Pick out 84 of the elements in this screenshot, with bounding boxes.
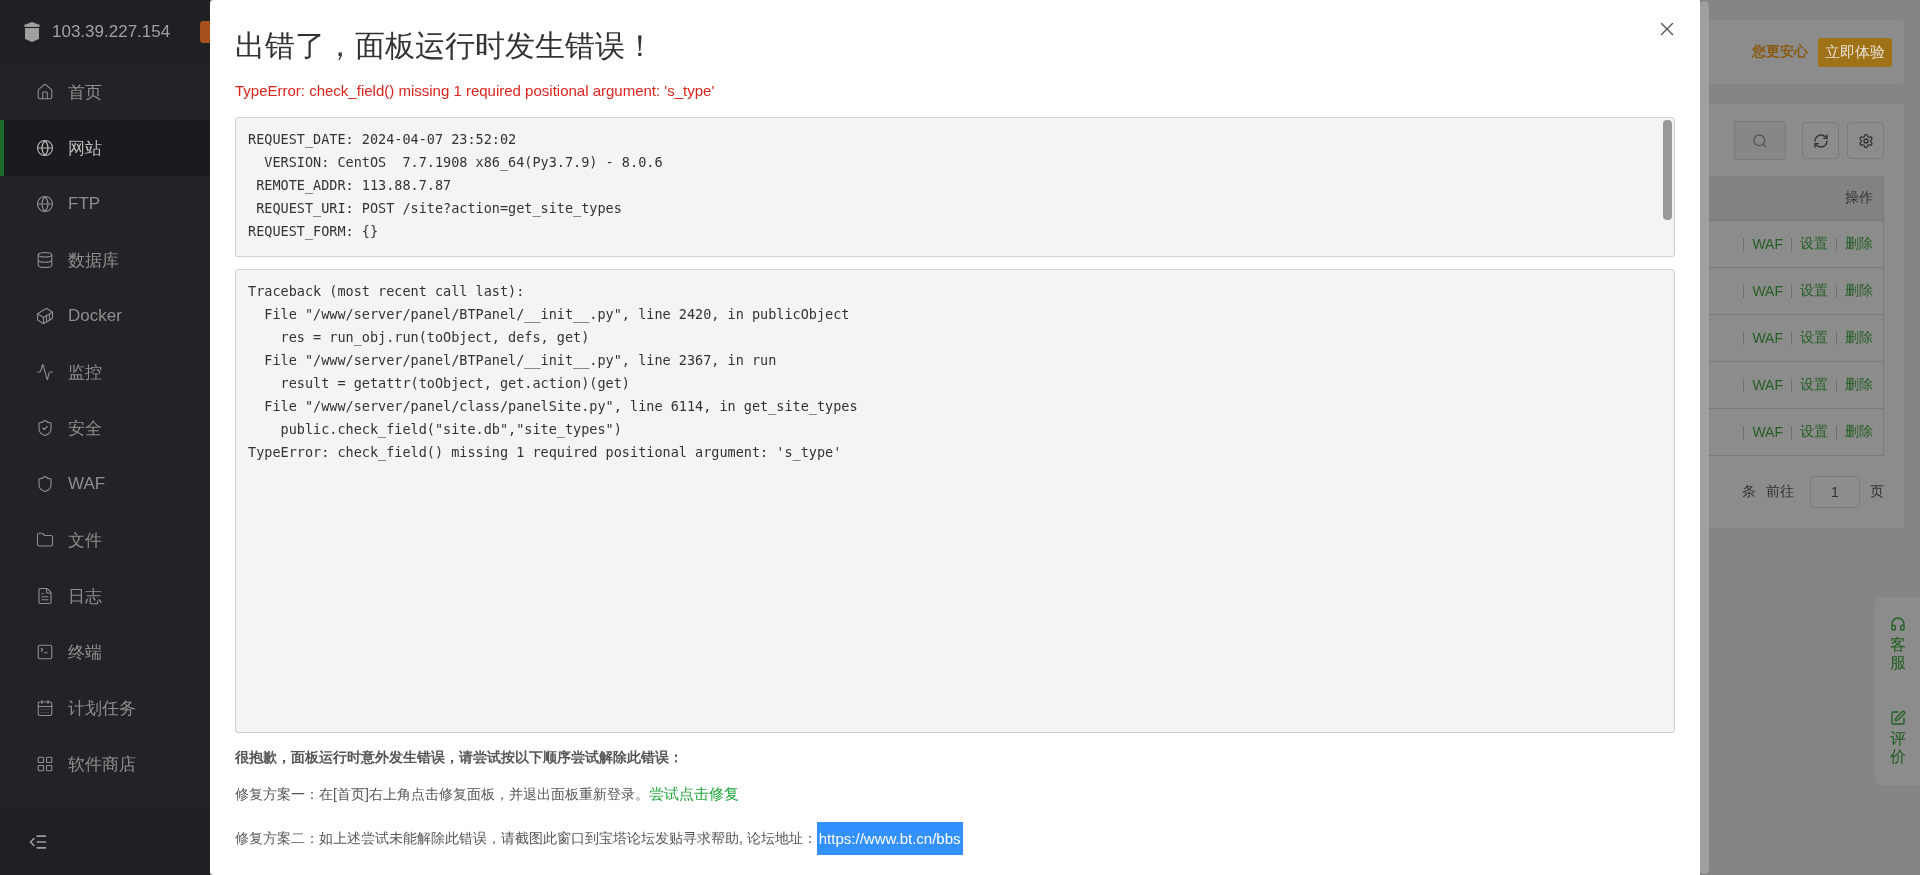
code-line: REQUEST_DATE: 2024-04-07 23:52:02: [248, 130, 518, 150]
shield-icon: [36, 419, 54, 437]
terminal-icon: [36, 643, 54, 661]
action-link[interactable]: WAF: [1752, 424, 1783, 440]
nav-item[interactable]: 数据库: [0, 232, 210, 288]
apology-text: 很抱歉，面板运行时意外发生错误，请尝试按以下顺序尝试解除此错误：: [235, 749, 684, 767]
server-address: 103.39.227.154: [52, 22, 171, 42]
logo-icon: [22, 21, 42, 43]
nav-item[interactable]: 监控: [0, 344, 210, 400]
code-line: res = run_obj.run(toObject, defs, get): [279, 328, 591, 348]
refresh-icon: [1812, 132, 1829, 149]
folder-icon: [36, 531, 54, 549]
nav-item[interactable]: Docker: [0, 288, 210, 344]
code-line: File "/www/server/panel/BTPanel/__init__.py", line 2367, in run: [263, 351, 778, 371]
action-link[interactable]: 删除: [1845, 423, 1873, 441]
search-icon: [1752, 132, 1768, 149]
container-icon: [36, 307, 54, 325]
column-header: 操作: [1845, 189, 1873, 207]
promo-text: 您更安心: [1752, 43, 1808, 61]
collapse-icon[interactable]: [28, 832, 48, 852]
globe-icon: [36, 195, 54, 213]
action-link[interactable]: 删除: [1845, 282, 1873, 300]
action-link[interactable]: WAF: [1752, 377, 1783, 393]
action-link[interactable]: 设置: [1800, 329, 1828, 347]
action-link[interactable]: 删除: [1845, 376, 1873, 394]
dialog-title: 出错了，面板运行时发生错误！: [235, 28, 655, 64]
calendar-icon: [36, 699, 54, 717]
page-label: 页: [1870, 483, 1884, 501]
shield-icon: [36, 475, 54, 493]
goto-label: 前往: [1766, 483, 1794, 501]
fix-instruction: 修复方案一：在[首页]右上角点击修复面板，并退出面板重新登录。: [235, 785, 649, 804]
code-line: VERSION: CentOS 7.7.1908 x86_64(Py3.7.9) - 8.0.6: [263, 153, 664, 173]
nav-item[interactable]: 终端: [0, 624, 210, 680]
nav-item[interactable]: 网站: [0, 120, 210, 176]
database-icon: [36, 251, 54, 269]
headset-icon[interactable]: [1889, 616, 1906, 633]
search-button[interactable]: [1734, 121, 1786, 160]
code-line: REQUEST_FORM: {}: [248, 222, 380, 242]
nav-item[interactable]: 软件商店: [0, 736, 210, 792]
nav-item[interactable]: WAF: [0, 456, 210, 512]
code-line: File "/www/server/panel/class/panelSite.py", line 6114, in get_site_types: [263, 397, 859, 417]
grid-icon: [36, 755, 54, 773]
page-input[interactable]: 1: [1810, 476, 1860, 508]
settings-icon: [1857, 132, 1874, 149]
error-message: TypeError: check_field() missing 1 required positional argument: 's_type': [235, 82, 716, 99]
code-line: File "/www/server/panel/BTPanel/__init__.py", line 2420, in publicObject: [263, 305, 851, 325]
fix-link[interactable]: 尝试点击修复: [648, 785, 739, 804]
home-icon: [36, 83, 54, 101]
fix-link[interactable]: https://www.bt.cn/bbs: [816, 822, 963, 855]
fix-instruction: 修复方案二：如上述尝试未能解除此错误，请截图此窗口到宝塔论坛发贴寻求帮助, 论坛地址：: [235, 829, 817, 848]
nav-item[interactable]: FTP: [0, 176, 210, 232]
code-line: public.check_field("site.db","site_types"): [279, 420, 623, 440]
action-link[interactable]: 删除: [1845, 235, 1873, 253]
action-link[interactable]: 删除: [1845, 329, 1873, 347]
nav-item[interactable]: 安全: [0, 400, 210, 456]
try-now-button[interactable]: 立即体验: [1818, 37, 1892, 67]
document-icon: [36, 587, 54, 605]
settings-button[interactable]: [1847, 122, 1884, 159]
help-link[interactable]: 评价: [1889, 730, 1906, 766]
edit-icon[interactable]: [1889, 710, 1906, 727]
total-unit: 条: [1742, 483, 1756, 501]
action-link[interactable]: 设置: [1800, 235, 1828, 253]
globe-icon: [36, 139, 54, 157]
action-link[interactable]: 设置: [1800, 282, 1828, 300]
nav-item[interactable]: 计划任务: [0, 680, 210, 736]
help-link[interactable]: 客服: [1889, 636, 1906, 672]
action-link[interactable]: WAF: [1752, 236, 1783, 252]
code-line: Traceback (most recent call last):: [248, 282, 526, 301]
code-line: result = getattr(toObject, get.action)(get): [279, 374, 631, 393]
action-link[interactable]: 设置: [1800, 376, 1828, 394]
scrollbar-thumb[interactable]: [1663, 120, 1672, 220]
chart-icon: [36, 363, 54, 381]
action-link[interactable]: WAF: [1752, 283, 1783, 299]
action-link[interactable]: 设置: [1800, 423, 1828, 441]
scrollbar[interactable]: [1700, 1, 1709, 874]
nav-item[interactable]: 文件: [0, 512, 210, 568]
nav-item[interactable]: 日志: [0, 568, 210, 624]
nav-item[interactable]: 首页: [0, 64, 210, 120]
refresh-button[interactable]: [1802, 122, 1839, 159]
code-line: TypeError: check_field() missing 1 required positional argument: 's_type': [248, 443, 843, 463]
version-badge: [200, 21, 210, 43]
code-line: REQUEST_URI: POST /site?action=get_site_types: [255, 199, 623, 219]
code-line: REMOTE_ADDR: 113.88.7.87: [255, 176, 453, 196]
action-link[interactable]: WAF: [1752, 330, 1783, 346]
